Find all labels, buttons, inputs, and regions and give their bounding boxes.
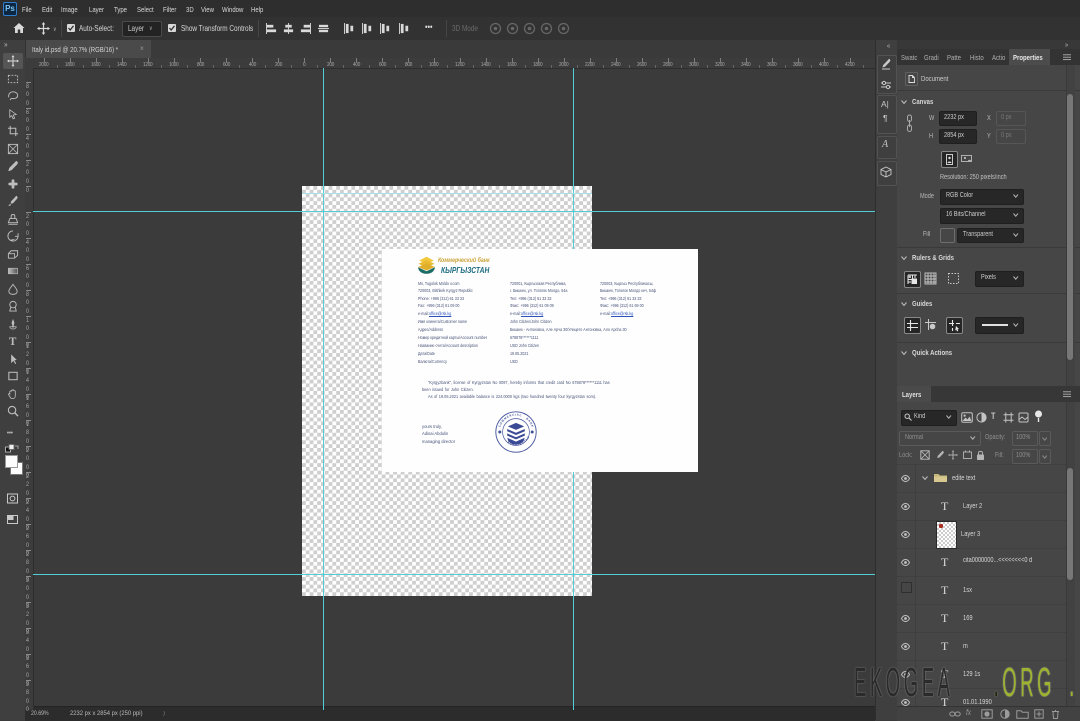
svg-text:T: T	[9, 336, 17, 347]
